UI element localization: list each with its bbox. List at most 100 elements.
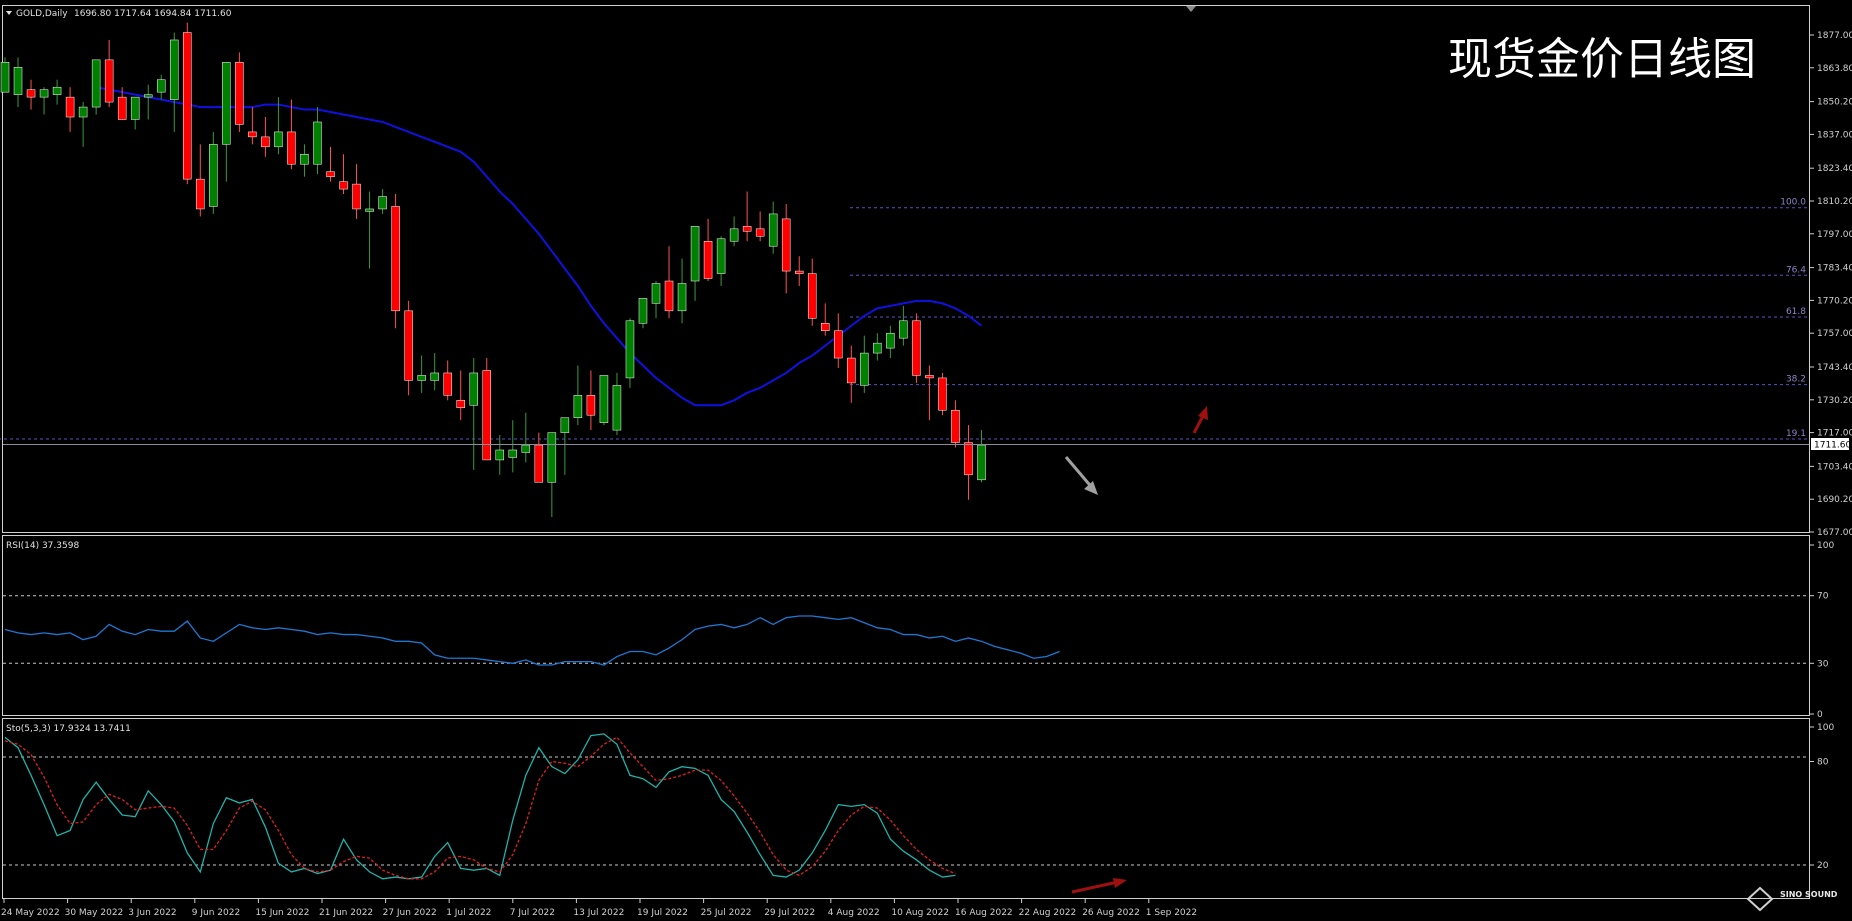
candle-body	[573, 395, 583, 418]
sto-title: Sto(5,3,3) 17.9324 13.7411	[6, 724, 131, 734]
y-tick-label: 1850.20	[1817, 98, 1852, 108]
candle-body	[65, 96, 75, 118]
candle-body	[847, 357, 856, 384]
y-tick-label: 1770.20	[1817, 296, 1852, 306]
candle-body	[104, 59, 114, 103]
candle-body	[560, 417, 570, 433]
y-tick-label: 1837.00	[1817, 130, 1852, 140]
candle-body	[274, 131, 283, 148]
candle-body	[886, 332, 895, 349]
candle-body	[912, 320, 921, 376]
rsi-tick-label: 30	[1817, 659, 1829, 669]
x-tick-label: 16 Aug 2022	[955, 908, 1013, 918]
candle-body	[222, 62, 231, 145]
candle-body	[248, 131, 257, 138]
candle-body	[365, 208, 374, 212]
candle-body	[78, 106, 88, 118]
candle-body	[26, 89, 36, 98]
x-tick-label: 7 Jul 2022	[510, 908, 555, 918]
candle-body	[39, 89, 49, 98]
y-tick-label: 1703.40	[1817, 462, 1852, 472]
candle-body	[534, 444, 544, 483]
x-tick-label: 24 May 2022	[1, 908, 60, 918]
candle-body	[196, 178, 205, 210]
sto-tick-label: 20	[1817, 861, 1829, 871]
candle-body	[495, 449, 505, 461]
x-tick-label: 29 Jul 2022	[764, 908, 815, 918]
candle-body	[964, 442, 973, 476]
candle-body	[183, 32, 192, 180]
candle-body	[899, 320, 908, 339]
candle-body	[326, 171, 335, 177]
candle-body	[755, 228, 765, 237]
candle-body	[664, 280, 674, 312]
x-tick-label: 26 Aug 2022	[1082, 908, 1140, 918]
candle-body	[156, 79, 166, 93]
x-tick-label: 27 Jun 2022	[383, 908, 437, 918]
candle-body	[404, 310, 413, 381]
candle-body	[703, 241, 713, 279]
x-tick-label: 25 Jul 2022	[701, 908, 752, 918]
x-tick-label: 10 Aug 2022	[891, 908, 949, 918]
candle-body	[547, 432, 557, 483]
y-tick-label: 1810.20	[1817, 197, 1852, 207]
candle-body	[977, 444, 986, 481]
x-tick-label: 30 May 2022	[65, 908, 124, 918]
fib-level-label: 100.0	[1780, 198, 1806, 208]
x-tick-label: 19 Jul 2022	[637, 908, 688, 918]
candle-body	[417, 375, 426, 381]
candle-body	[521, 444, 531, 453]
candle-body	[287, 131, 296, 165]
candle-body	[807, 273, 817, 319]
y-tick-label: 1730.20	[1817, 396, 1852, 406]
x-tick-label: 21 Jun 2022	[319, 908, 373, 918]
candle-body	[925, 375, 934, 379]
candle-body	[599, 375, 609, 423]
candle-body	[873, 342, 882, 354]
candle-body	[143, 94, 153, 98]
candle-body	[0, 62, 10, 93]
candle-body	[391, 206, 400, 312]
candle-body	[352, 183, 361, 210]
y-tick-label: 1797.00	[1817, 230, 1852, 240]
candle-body	[821, 323, 830, 331]
rsi-tick-label: 100	[1817, 541, 1834, 551]
candle-body	[651, 283, 661, 304]
candle-body	[625, 320, 635, 379]
candle-body	[716, 238, 726, 274]
candle-body	[729, 228, 739, 242]
x-tick-label: 22 Aug 2022	[1019, 908, 1077, 918]
candle-body	[91, 59, 101, 108]
candle-body	[52, 86, 62, 95]
candle-body	[938, 377, 947, 411]
x-tick-label: 15 Jun 2022	[255, 908, 309, 918]
y-tick-label: 1783.40	[1817, 264, 1852, 274]
candle-body	[339, 181, 348, 190]
candle-body	[742, 226, 752, 232]
y-tick-label: 1690.20	[1817, 495, 1852, 505]
y-tick-label: 1863.80	[1817, 64, 1852, 74]
candle-body	[300, 154, 309, 165]
x-tick-label: 13 Jul 2022	[573, 908, 624, 918]
x-tick-label: 1 Sep 2022	[1146, 908, 1197, 918]
x-tick-label: 3 Jun 2022	[128, 908, 176, 918]
candle-body	[261, 136, 270, 148]
candle-body	[612, 385, 622, 431]
candle-body	[170, 39, 179, 100]
candle-body	[794, 270, 804, 274]
candle-body	[586, 395, 596, 416]
candle-body	[209, 144, 218, 207]
candle-body	[638, 298, 648, 324]
sto-tick-label: 80	[1817, 758, 1829, 768]
fib-level-label: 38.2	[1786, 375, 1806, 385]
candle-body	[378, 196, 387, 210]
candle-body	[469, 372, 478, 406]
fib-level-label: 76.4	[1786, 265, 1806, 275]
current-price-label: 1711.60	[1814, 441, 1851, 451]
x-tick-label: 4 Aug 2022	[828, 908, 880, 918]
fib-level-label: 61.8	[1786, 307, 1806, 317]
candle-body	[235, 62, 244, 125]
candle-body	[951, 409, 960, 443]
candle-body	[860, 352, 869, 386]
y-tick-label: 1743.40	[1817, 363, 1852, 373]
